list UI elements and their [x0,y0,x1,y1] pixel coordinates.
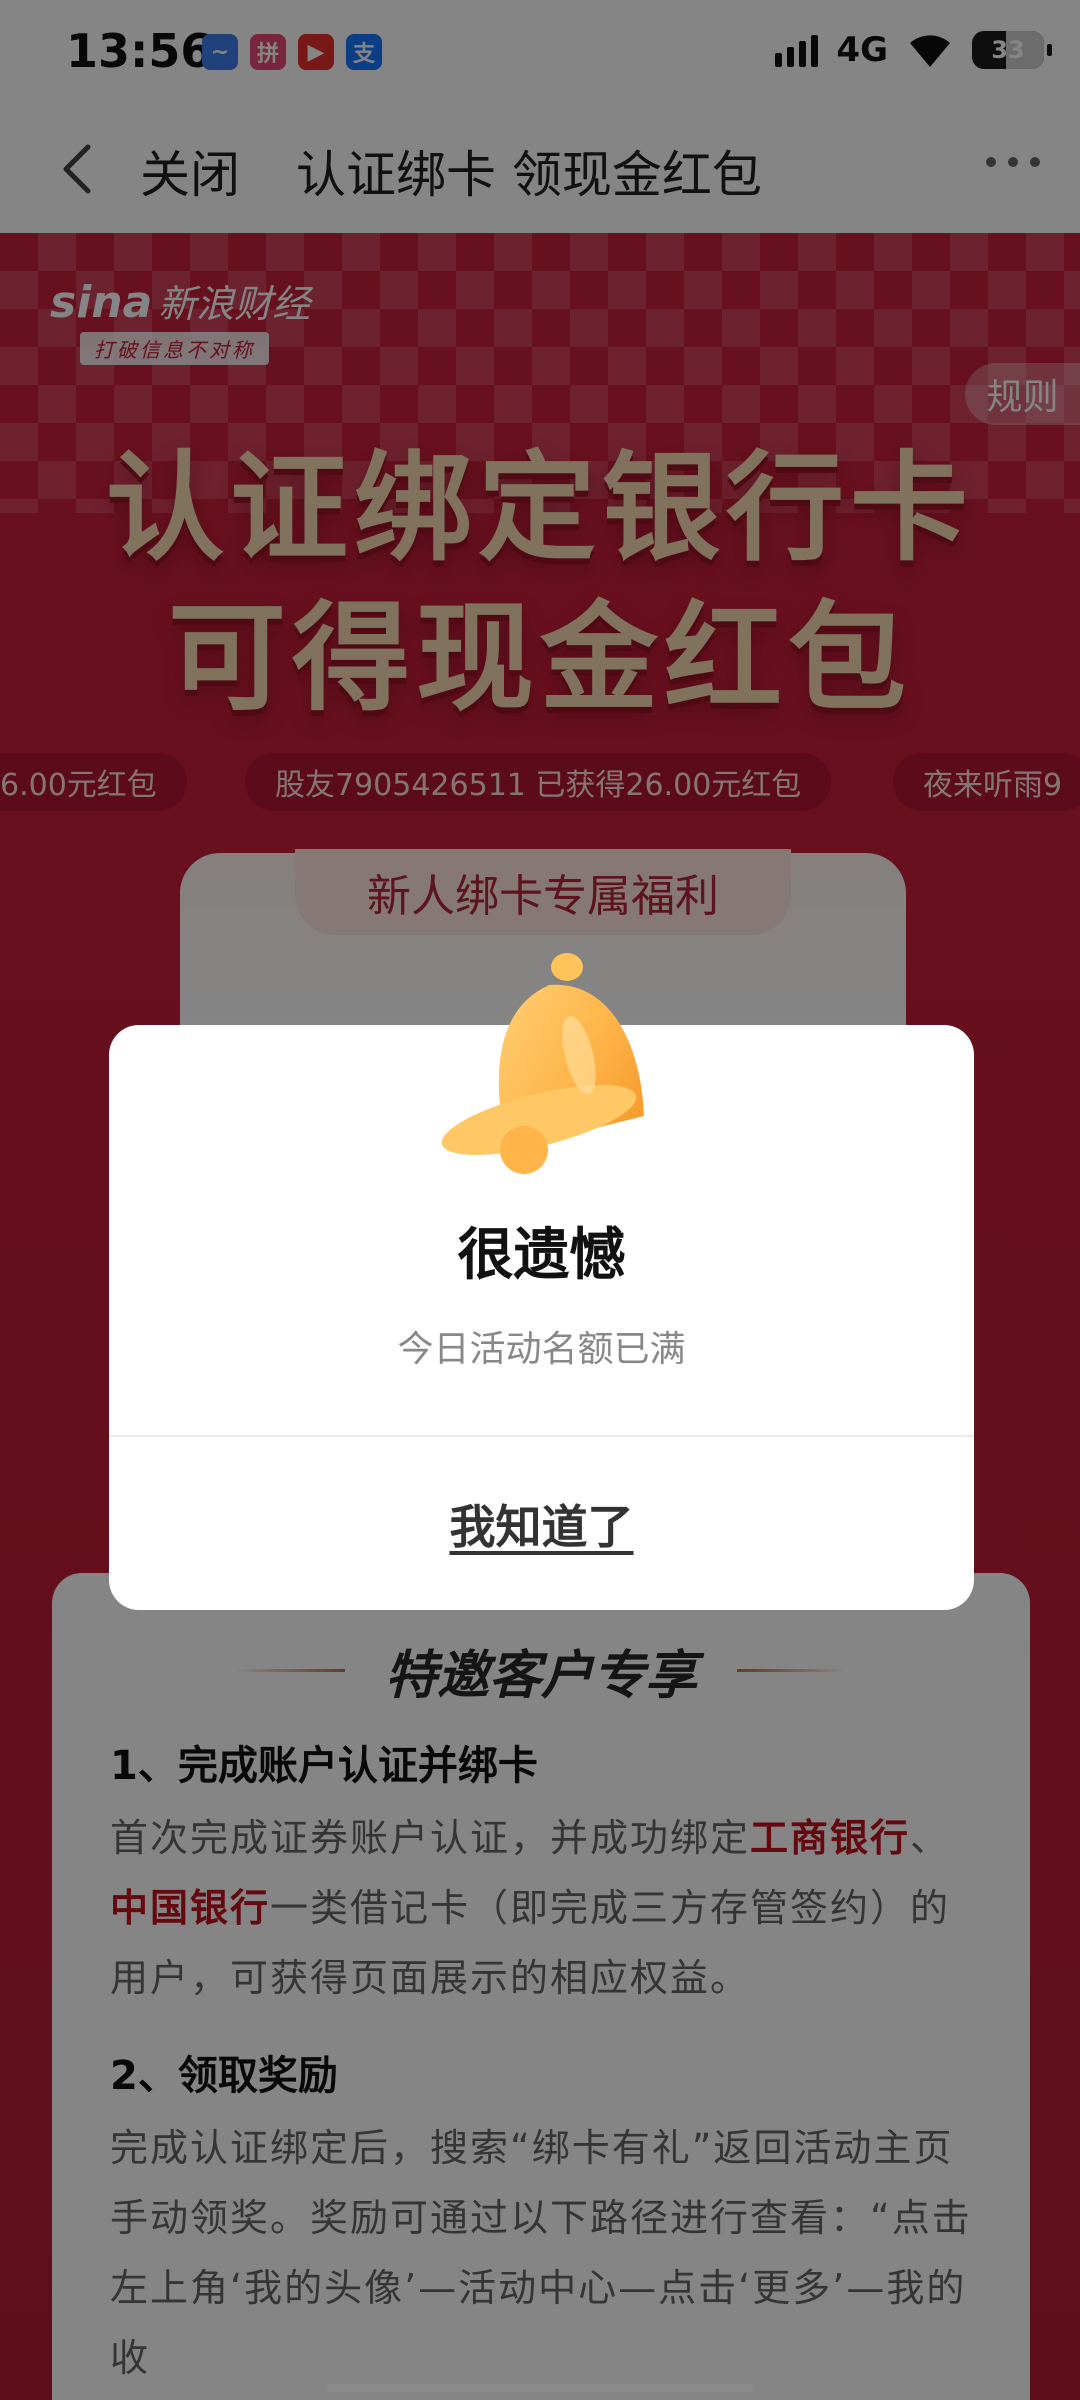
got-it-button[interactable]: 我知道了 [109,1437,974,1610]
bell-icon [441,953,644,1174]
home-indicator[interactable] [325,2384,755,2392]
dialog-title: 很遗憾 [457,1223,626,1288]
dialog-message: 今日活动名额已满 [397,1329,686,1370]
alert-dialog: 很遗憾 今日活动名额已满 我知道了 [109,953,974,1610]
